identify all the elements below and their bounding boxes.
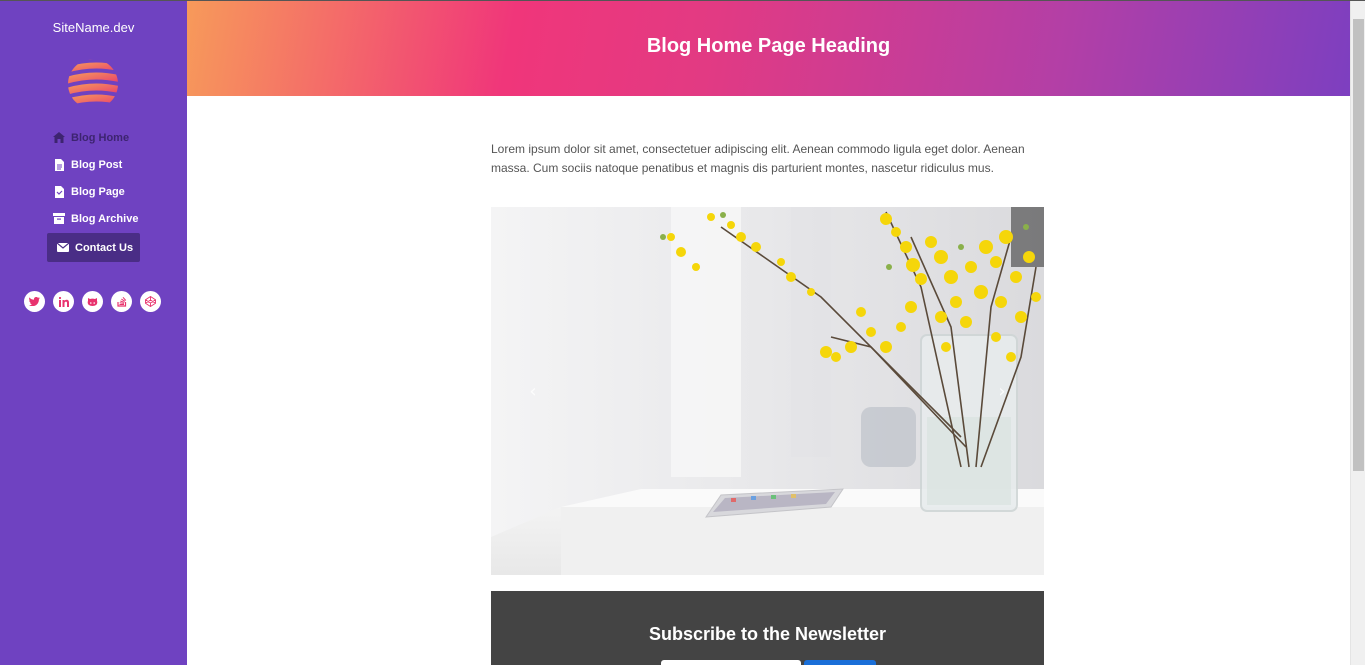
page-header: Blog Home Page Heading [187, 1, 1350, 96]
nav-label: Contact Us [75, 241, 134, 254]
nav-item-contact-us[interactable]: Contact Us [47, 233, 140, 262]
nav-label: Blog Post [71, 158, 123, 171]
nav-item-blog-page[interactable]: Blog Page [47, 178, 140, 205]
lead-paragraph: Lorem ipsum dolor sit amet, consectetuer… [491, 142, 1025, 175]
home-icon [53, 132, 65, 144]
scrollbar-thumb[interactable] [1353, 19, 1364, 471]
github-icon[interactable] [82, 291, 103, 312]
newsletter-title: Subscribe to the Newsletter [648, 624, 887, 644]
nav-item-blog-home[interactable]: Blog Home [47, 124, 140, 151]
main-content: Lorem ipsum dolor sit amet, consectetuer… [491, 140, 1044, 178]
newsletter-section: Subscribe to the Newsletter [491, 591, 1044, 665]
nav-item-blog-post[interactable]: Blog Post [47, 151, 140, 178]
chevron-left-icon[interactable]: ‹ [523, 382, 543, 402]
file-icon [53, 185, 65, 198]
subscribe-button[interactable] [804, 660, 876, 665]
nav-label: Blog Home [71, 131, 130, 144]
twitter-icon[interactable] [24, 291, 45, 312]
globe-logo-icon[interactable] [67, 58, 119, 110]
nav-item-blog-archive[interactable]: Blog Archive [47, 205, 140, 232]
social-links [24, 291, 161, 312]
archive-icon [53, 213, 65, 225]
image-carousel[interactable]: ‹ › [491, 207, 1044, 575]
stackoverflow-icon[interactable] [111, 291, 132, 312]
linkedin-icon[interactable] [53, 291, 74, 312]
sidebar-nav: Blog Home Blog Post Blog Page Blog Archi… [47, 124, 140, 262]
page-title: Blog Home Page Heading [646, 35, 891, 57]
page-scrollbar[interactable] [1350, 1, 1365, 665]
nav-label: Blog Archive [71, 212, 139, 225]
codepen-icon[interactable] [140, 291, 161, 312]
file-icon [53, 158, 65, 171]
sidebar: SiteName.dev Blog Home Blog Post Blog Pa… [0, 1, 187, 665]
nav-label: Blog Page [71, 185, 125, 198]
site-name[interactable]: SiteName.dev [0, 20, 187, 35]
newsletter-email-input[interactable] [661, 660, 801, 665]
chevron-right-icon[interactable]: › [992, 382, 1012, 402]
flowers-photo [491, 207, 1044, 575]
envelope-icon [57, 242, 69, 254]
app-frame: SiteName.dev Blog Home Blog Post Blog Pa… [0, 0, 1365, 665]
